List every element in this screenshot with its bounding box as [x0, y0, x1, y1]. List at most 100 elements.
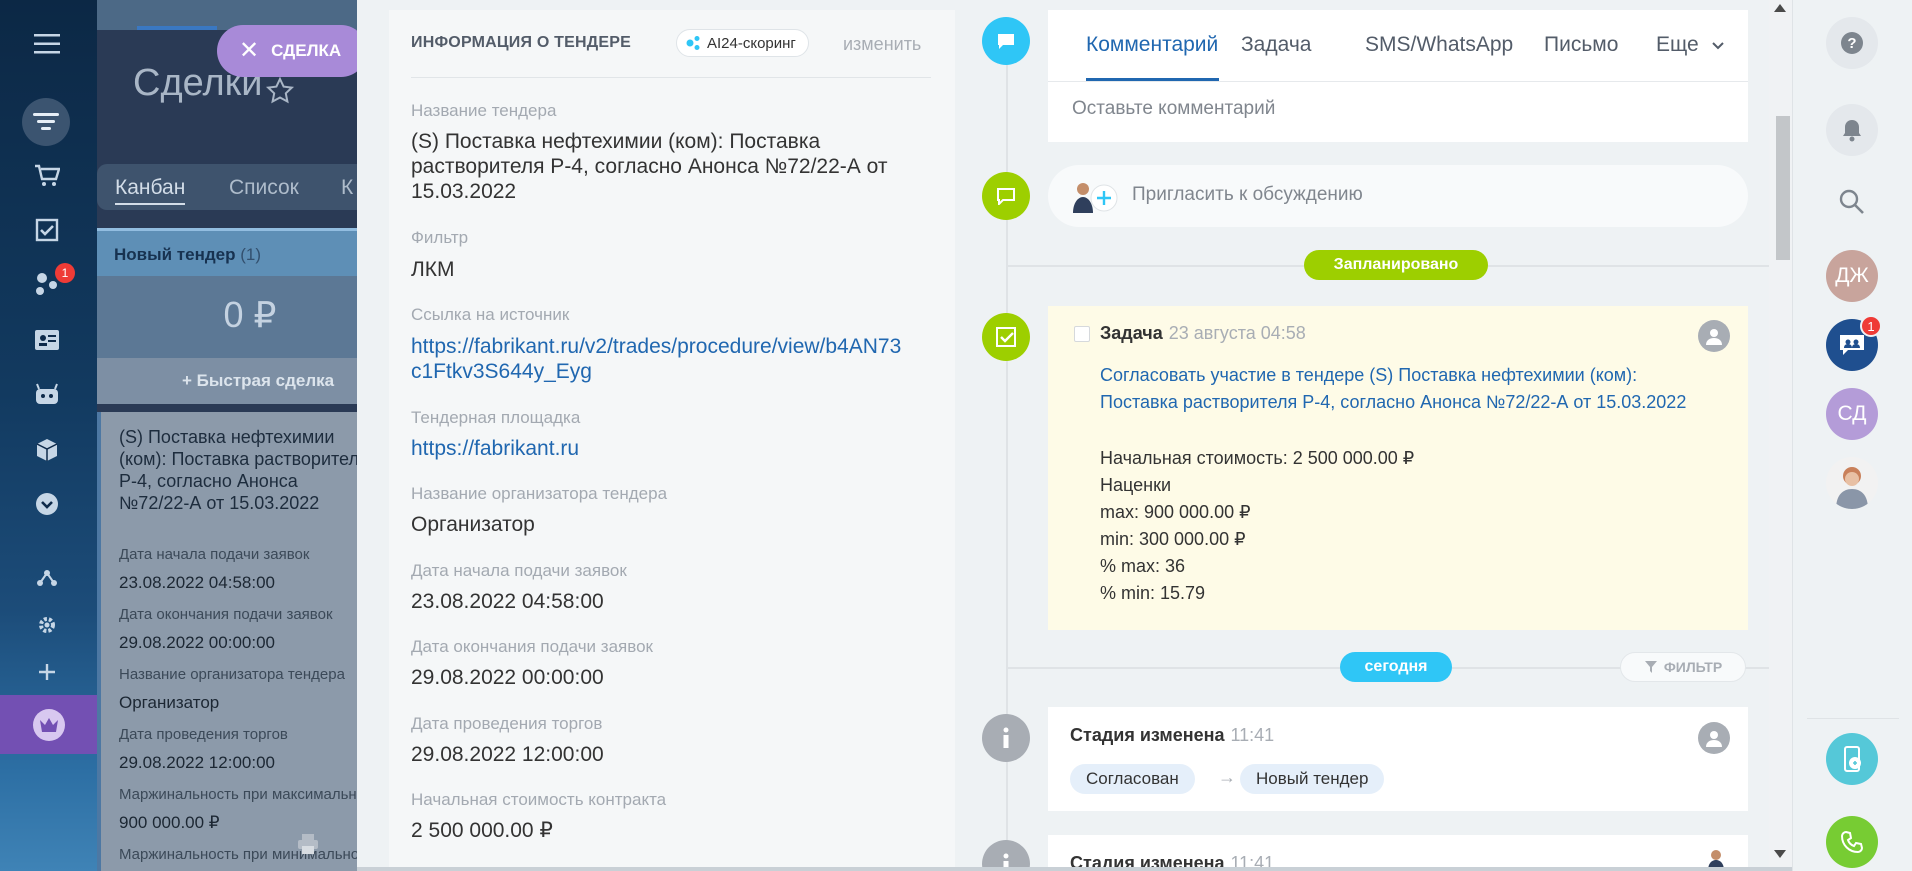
tab-more[interactable]: Еще: [1656, 33, 1725, 57]
edit-link[interactable]: изменить: [843, 34, 921, 55]
scroll-up-icon[interactable]: [1774, 4, 1786, 12]
phone-icon: [1840, 830, 1864, 854]
platform-link[interactable]: https://fabrikant.ru: [411, 436, 911, 461]
settings-gear-icon[interactable]: [29, 607, 65, 643]
divider: [357, 867, 1792, 871]
stage-to: Новый тендер: [1240, 764, 1385, 794]
cart-icon[interactable]: [29, 158, 65, 194]
user-avatar[interactable]: СД: [1826, 388, 1878, 440]
tender-name-value[interactable]: (S) Поставка нефтехимии (ком): Поставка …: [411, 129, 911, 204]
tasks-icon[interactable]: [29, 212, 65, 248]
user-avatar[interactable]: ДЖ: [1826, 250, 1878, 302]
card-field-label: Дата проведения торгов: [119, 726, 288, 743]
column-sum-value: 0 ₽: [223, 294, 277, 335]
view-tabs: Канбан Список К: [97, 164, 357, 210]
device-sync-button[interactable]: [1826, 733, 1878, 785]
stage-from: Согласован: [1070, 764, 1195, 794]
card-field-label: Дата начала подачи заявок: [119, 546, 310, 563]
invite-to-discussion[interactable]: Пригласить к обсуждению: [1048, 165, 1748, 227]
start-date-value[interactable]: 23.08.2022 04:58:00: [411, 589, 911, 614]
search-button[interactable]: [1826, 176, 1878, 228]
menu-icon[interactable]: [29, 26, 65, 62]
divider: [1048, 81, 1748, 82]
deal-card[interactable]: (S) Поставка нефтехимии (ком): Поставка …: [97, 412, 357, 871]
user-icon[interactable]: [1698, 320, 1730, 352]
device-icon: [1844, 746, 1861, 772]
right-toolbar: ? ДЖ 1 СД: [1792, 0, 1912, 871]
close-slider-button[interactable]: ✕ СДЕЛКА: [217, 25, 367, 77]
filter-icon: [1644, 661, 1657, 673]
sitemap-icon[interactable]: [29, 560, 65, 596]
task-dot-icon: [982, 313, 1030, 361]
filter-value[interactable]: ЛКМ: [411, 257, 911, 282]
chevron-down-icon: [1711, 42, 1724, 50]
comment-input[interactable]: Оставьте комментарий: [1072, 98, 1275, 120]
divider: [1807, 718, 1899, 719]
funnel-icon[interactable]: [22, 98, 70, 146]
history-header: Стадия изменена 11:41: [1070, 725, 1274, 746]
avatar-initials: ДЖ: [1835, 264, 1869, 287]
tab-more-label: Еще: [1656, 33, 1699, 56]
more-down-icon[interactable]: [29, 486, 65, 522]
divider: [411, 77, 931, 78]
plan-upgrade-button[interactable]: [0, 695, 97, 754]
tab-other[interactable]: К: [341, 176, 353, 200]
history-time: 11:41: [1230, 725, 1275, 745]
tab-sms-whatsapp[interactable]: SMS/WhatsApp: [1365, 33, 1513, 57]
task-title-link[interactable]: Согласовать участие в тендере (S) Постав…: [1100, 362, 1690, 416]
filter-button[interactable]: ФИЛЬТР: [1620, 652, 1746, 682]
tab-task[interactable]: Задача: [1241, 33, 1311, 57]
task-card: Задача 23 августа 04:58 Согласовать участ…: [1048, 306, 1748, 630]
help-button[interactable]: ?: [1826, 17, 1878, 69]
group-chat-button[interactable]: 1: [1826, 315, 1882, 371]
card-field-label: Маржинальность при максимальной: [119, 786, 357, 803]
user-icon[interactable]: [1698, 722, 1730, 754]
user-avatar[interactable]: [1826, 457, 1878, 509]
tab-email[interactable]: Письмо: [1544, 33, 1618, 57]
tab-comment[interactable]: Комментарий: [1086, 33, 1218, 57]
box-icon[interactable]: [29, 432, 65, 468]
user-photo-icon: [1836, 467, 1868, 509]
filter-label: ФИЛЬТР: [1663, 659, 1723, 675]
card-field-value: 29.08.2022 12:00:00: [119, 753, 275, 772]
card-field-label: Маржинальность при минимальной: [119, 846, 357, 863]
scroll-down-icon[interactable]: [1774, 850, 1786, 858]
card-field-value: Организатор: [119, 693, 220, 712]
favorite-star-icon[interactable]: [265, 76, 295, 111]
notifications-button[interactable]: [1826, 104, 1878, 156]
scroll-thumb[interactable]: [1776, 116, 1790, 260]
call-button[interactable]: [1826, 816, 1878, 868]
user-avatar: [1070, 181, 1122, 213]
field-label: Начальная стоимость контракта: [411, 790, 667, 809]
field-label: Ссылка на источник: [411, 305, 570, 324]
column-sum: 0 ₽: [97, 276, 357, 358]
initial-cost-value[interactable]: 2 500 000.00 ₽: [411, 818, 911, 843]
tab-kanban[interactable]: Канбан: [115, 176, 186, 205]
task-checkbox[interactable]: [1074, 326, 1090, 342]
notification-badge: 1: [55, 263, 75, 283]
end-date-value[interactable]: 29.08.2022 00:00:00: [411, 665, 911, 690]
card-field-value: 900 000.00 ₽: [119, 813, 220, 832]
field-label: Тендерная площадка: [411, 408, 581, 427]
auction-date-value[interactable]: 29.08.2022 12:00:00: [411, 742, 911, 767]
comment-dot-icon: [982, 17, 1030, 65]
contact-card-icon[interactable]: [29, 322, 65, 358]
quick-deal-button[interactable]: + Быстрая сделка: [97, 358, 357, 404]
source-link[interactable]: https://fabrikant.ru/v2/trades/procedure…: [411, 334, 911, 384]
robot-icon[interactable]: [29, 376, 65, 412]
left-navigation: 1: [0, 0, 97, 871]
ai-scoring-chip[interactable]: AI24-скоринг: [676, 29, 809, 57]
search-icon: [1839, 189, 1864, 214]
field-label: Название тендера: [411, 101, 557, 120]
ai-scoring-label: AI24-скоринг: [707, 34, 796, 52]
organizer-value[interactable]: Организатор: [411, 512, 911, 537]
column-title: Новый тендер: [114, 245, 236, 264]
scrollbar[interactable]: [1769, 0, 1792, 867]
add-plus-icon[interactable]: [29, 654, 65, 690]
close-icon: ✕: [239, 37, 260, 64]
avatar-initials: СД: [1837, 402, 1867, 425]
tab-list[interactable]: Список: [229, 176, 299, 200]
close-slider-label: СДЕЛКА: [271, 41, 342, 60]
printer-icon[interactable]: [297, 833, 319, 860]
planned-label: Запланировано: [1304, 250, 1488, 280]
